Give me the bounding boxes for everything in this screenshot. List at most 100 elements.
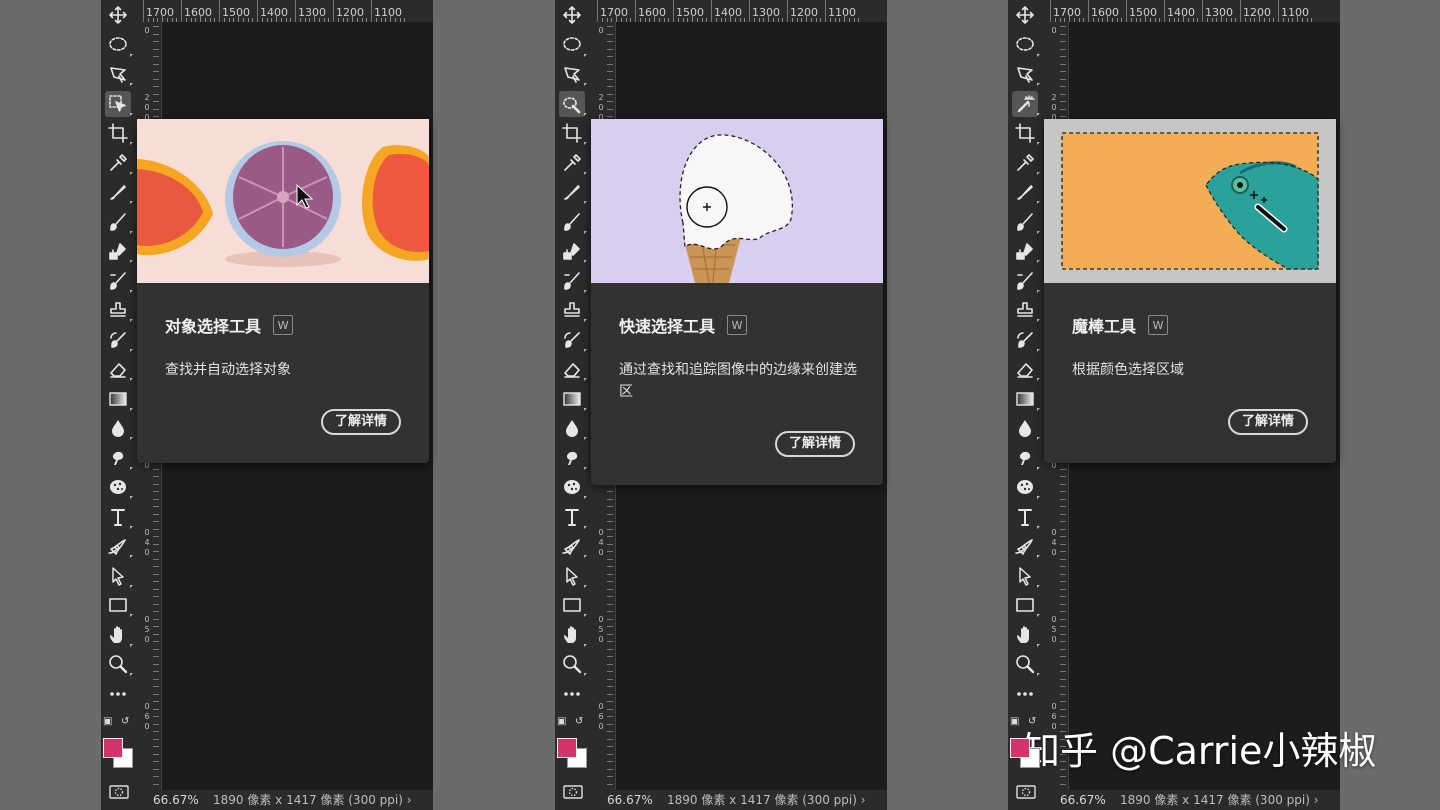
hand-tool[interactable] [559, 622, 587, 648]
swap-colors-icon[interactable]: ↺ [575, 716, 583, 727]
type-tool[interactable] [105, 504, 133, 530]
sponge-tool[interactable] [559, 474, 587, 500]
more-tools[interactable] [1012, 681, 1038, 707]
zoom-level[interactable]: 66.67% [1060, 790, 1106, 810]
eyedropper-tool[interactable] [559, 150, 587, 176]
sponge-tool[interactable] [105, 474, 133, 500]
move-tool[interactable] [559, 2, 585, 28]
foreground-color[interactable] [1010, 738, 1030, 758]
eyedropper-tool[interactable] [1012, 150, 1040, 176]
object-selection-tool[interactable] [105, 90, 133, 117]
history-brush-tool[interactable] [1012, 268, 1040, 294]
move-tool[interactable] [1012, 2, 1038, 28]
clone-tool[interactable] [1012, 238, 1040, 264]
art-history-tool[interactable] [105, 327, 133, 353]
path-select-tool[interactable] [1012, 563, 1040, 589]
crop-tool[interactable] [559, 120, 587, 146]
quick-selection-tool[interactable] [559, 90, 587, 117]
move-tool[interactable] [105, 2, 131, 28]
history-brush-tool[interactable] [559, 268, 587, 294]
ruler-minor-tick [1060, 63, 1066, 65]
rectangle-tool[interactable] [559, 592, 587, 618]
path-select-tool[interactable] [559, 563, 587, 589]
polygonal-lasso-tool[interactable] [559, 61, 587, 87]
healing-brush-tool[interactable] [1012, 179, 1040, 205]
smudge-tool[interactable] [559, 445, 587, 471]
default-colors-icon[interactable]: ▣ [557, 716, 566, 727]
zoom-level[interactable]: 66.67% [153, 790, 199, 810]
tool-group-indicator [130, 348, 133, 352]
art-history-tool[interactable] [559, 327, 587, 353]
quick-mask-icon[interactable] [562, 784, 584, 800]
magic-wand-tool[interactable] [1012, 90, 1040, 117]
ruler-minor-tick [153, 716, 159, 717]
brush-tool[interactable] [105, 209, 133, 235]
blur-tool[interactable] [105, 415, 133, 441]
path-select-tool[interactable] [105, 563, 133, 589]
more-tools[interactable] [559, 681, 585, 707]
history-brush-tool[interactable] [105, 268, 133, 294]
learn-more-button[interactable]: 了解详情 [320, 409, 401, 435]
lasso-tool[interactable] [559, 32, 587, 58]
stamp-tool[interactable] [105, 297, 133, 323]
zoom-tool[interactable] [105, 651, 133, 677]
quick-mask-icon[interactable] [1015, 784, 1037, 800]
swap-colors-icon[interactable]: ↺ [121, 716, 129, 727]
sponge-tool[interactable] [1012, 474, 1040, 500]
polygonal-lasso-tool[interactable] [1012, 61, 1040, 87]
zoom-level[interactable]: 66.67% [607, 790, 653, 810]
hand-tool[interactable] [1012, 622, 1040, 648]
eraser-tool[interactable] [1012, 356, 1040, 382]
hand-tool[interactable] [105, 622, 133, 648]
learn-more-button[interactable]: 了解详情 [1227, 409, 1308, 435]
rectangle-tool[interactable] [1012, 592, 1040, 618]
zoom-tool[interactable] [559, 651, 587, 677]
pen-tool[interactable] [1012, 533, 1040, 559]
default-colors-icon[interactable]: ▣ [103, 716, 112, 727]
crop-tool[interactable] [1012, 120, 1040, 146]
history-brush-icon [108, 271, 128, 291]
quick-mask-icon[interactable] [108, 784, 130, 800]
pen-tool[interactable] [559, 533, 587, 559]
foreground-color[interactable] [103, 738, 123, 758]
polygon-lasso-icon [562, 64, 582, 84]
type-tool[interactable] [1012, 504, 1040, 530]
more-tools[interactable] [105, 681, 131, 707]
brush-tool[interactable] [1012, 209, 1040, 235]
rectangle-tool[interactable] [105, 592, 133, 618]
blur-tool[interactable] [559, 415, 587, 441]
stamp-tool[interactable] [1012, 297, 1040, 323]
smudge-tool[interactable] [105, 445, 133, 471]
learn-more-button[interactable]: 了解详情 [774, 431, 855, 457]
default-colors-icon[interactable]: ▣ [1010, 716, 1019, 727]
blur-tool[interactable] [1012, 415, 1040, 441]
pen-tool[interactable] [105, 533, 133, 559]
gradient-tool[interactable] [1012, 386, 1040, 412]
polygonal-lasso-tool[interactable] [105, 61, 133, 87]
eraser-tool[interactable] [559, 356, 587, 382]
foreground-color[interactable] [557, 738, 577, 758]
gradient-tool[interactable] [559, 386, 587, 412]
eraser-tool[interactable] [105, 356, 133, 382]
ruler-minor-tick [153, 723, 159, 725]
healing-brush-tool[interactable] [559, 179, 587, 205]
document-dimensions[interactable]: 1890 像素 x 1417 像素 (300 ppi) › [1120, 790, 1319, 810]
healing-brush-tool[interactable] [105, 179, 133, 205]
crop-tool[interactable] [105, 120, 133, 146]
eyedropper-tool[interactable] [105, 150, 133, 176]
clone-tool[interactable] [559, 238, 587, 264]
gradient-tool[interactable] [105, 386, 133, 412]
lasso-tool[interactable] [1012, 32, 1040, 58]
zoom-tool[interactable] [1012, 651, 1040, 677]
type-tool[interactable] [559, 504, 587, 530]
lasso-tool[interactable] [105, 32, 133, 58]
document-dimensions[interactable]: 1890 像素 x 1417 像素 (300 ppi) › [667, 790, 866, 810]
clone-tool[interactable] [105, 238, 133, 264]
tooltip-preview-image [1044, 119, 1336, 283]
document-dimensions[interactable]: 1890 像素 x 1417 像素 (300 ppi) › [213, 790, 412, 810]
art-history-tool[interactable] [1012, 327, 1040, 353]
stamp-tool[interactable] [559, 297, 587, 323]
smudge-tool[interactable] [1012, 445, 1040, 471]
ruler-minor-tick [607, 641, 613, 642]
brush-tool[interactable] [559, 209, 587, 235]
